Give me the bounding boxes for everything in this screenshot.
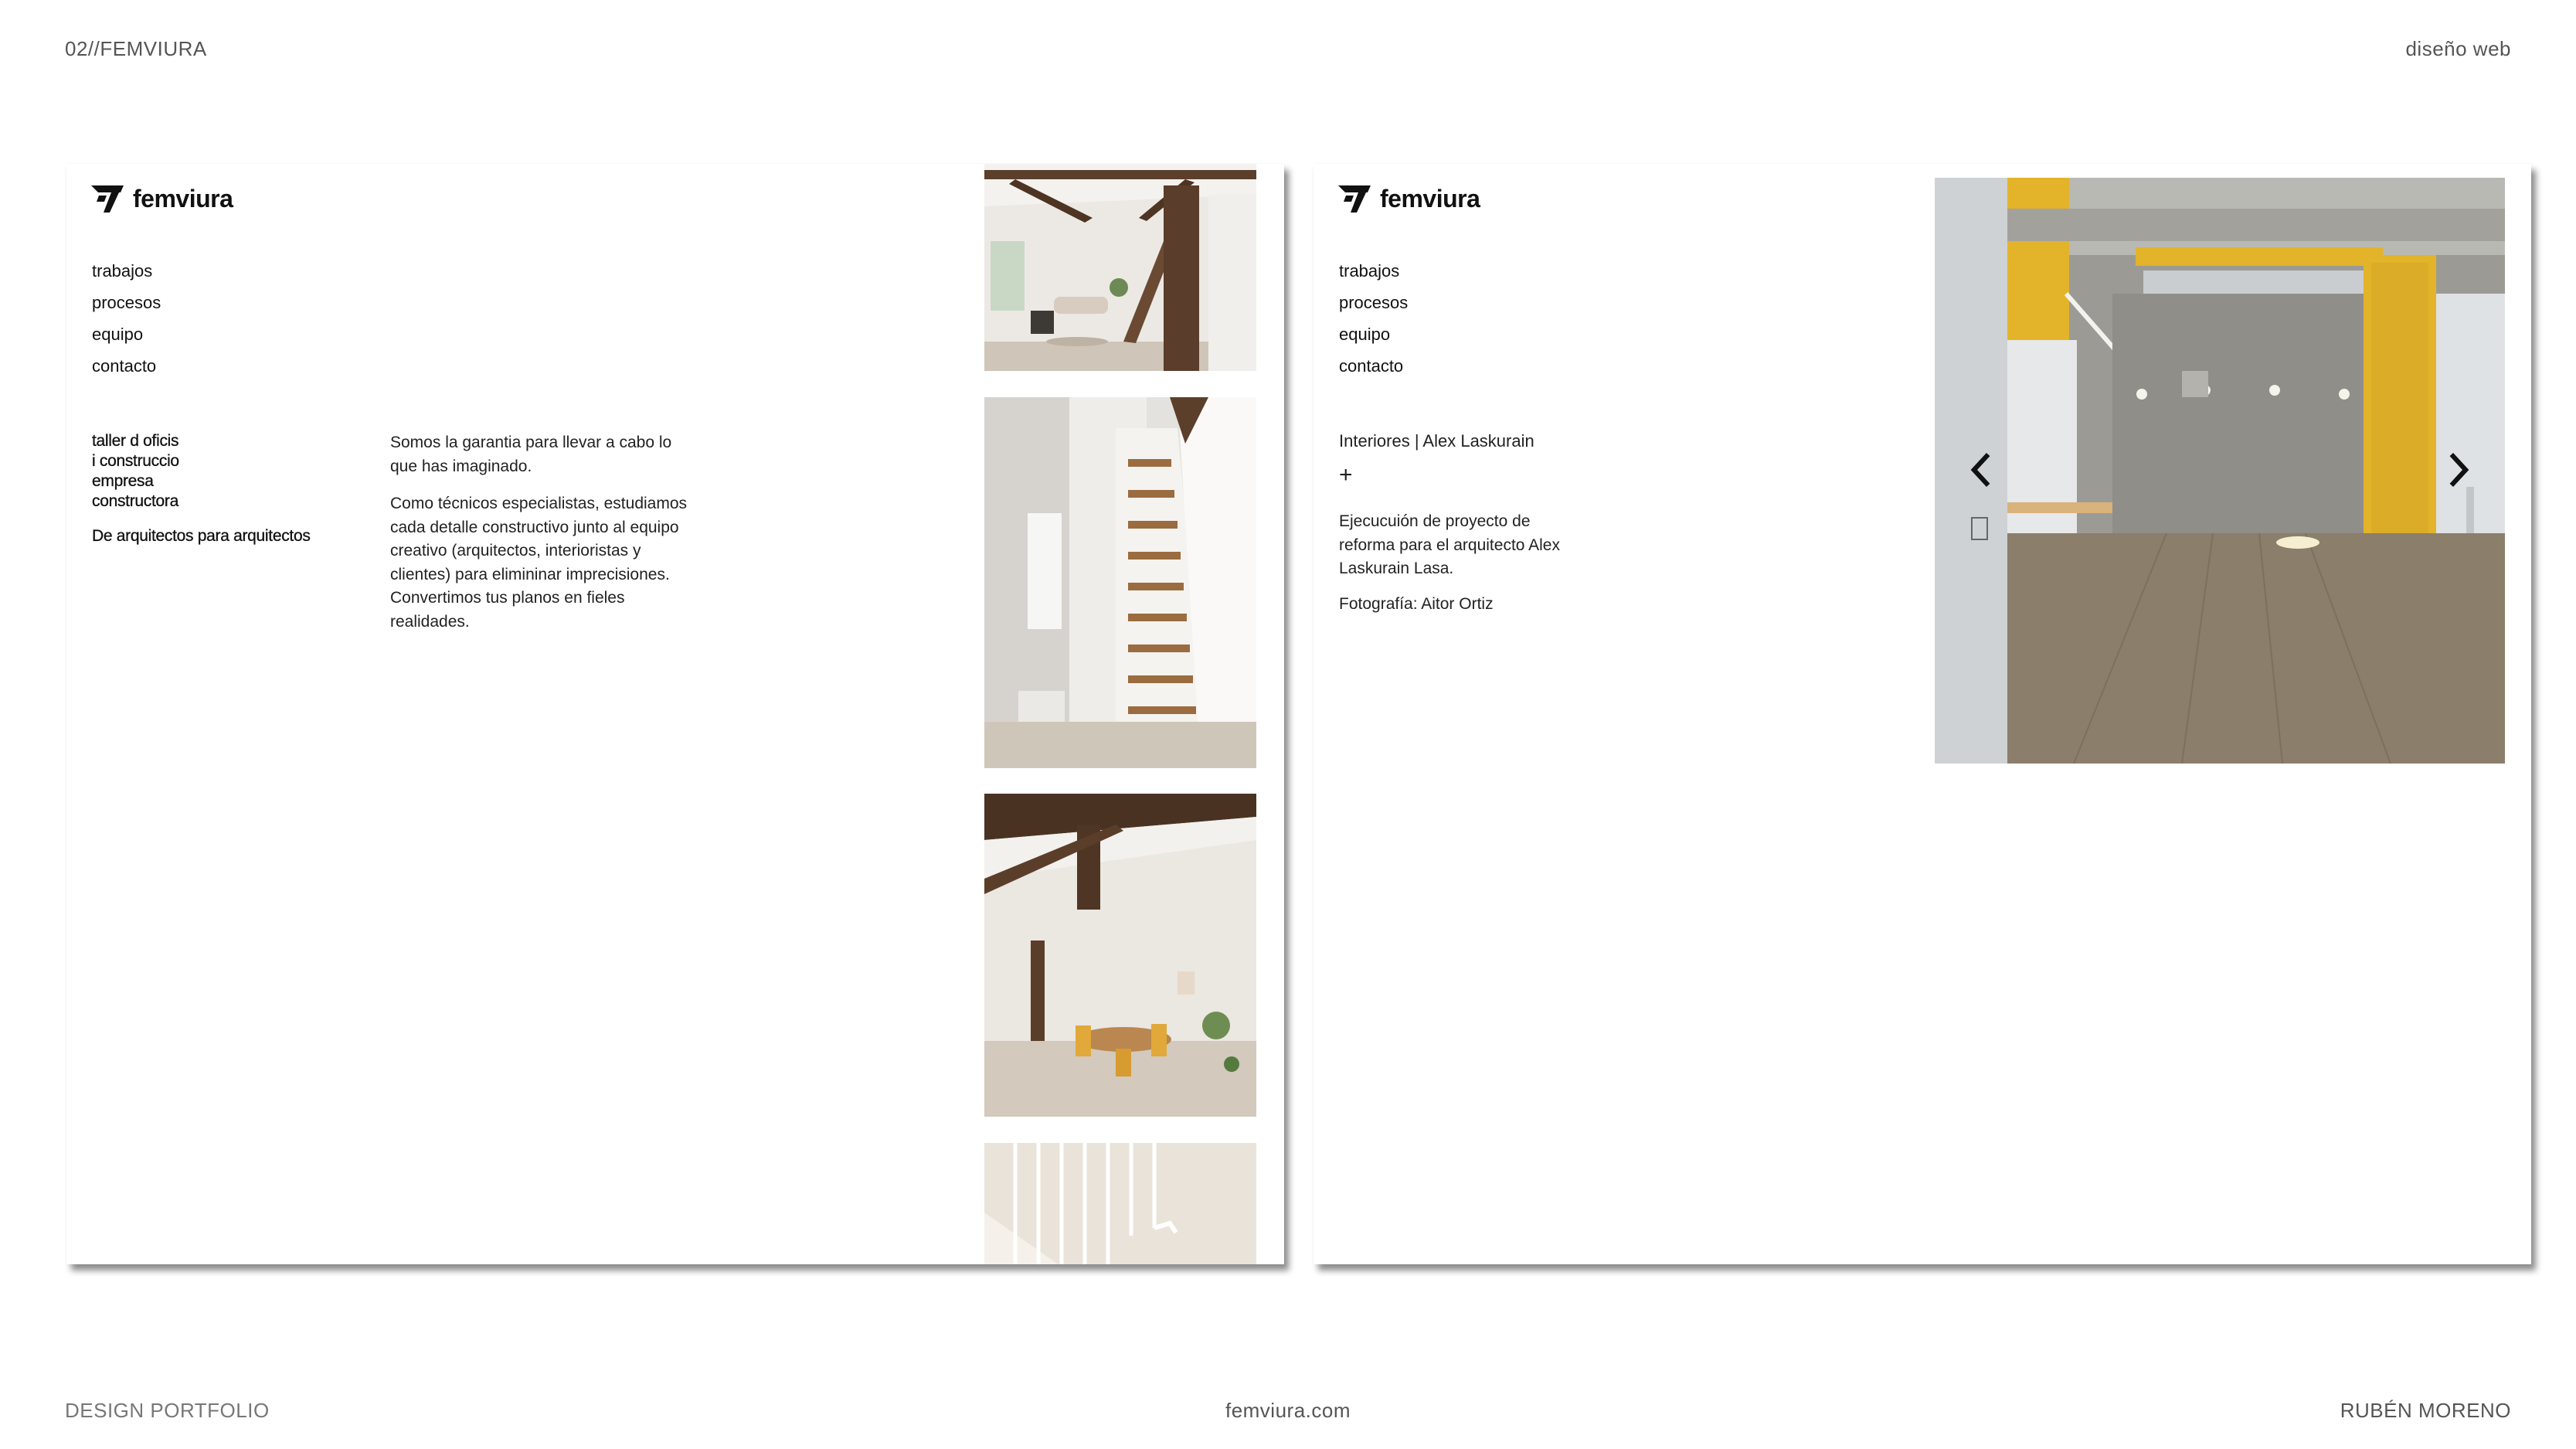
dining-room-photo — [984, 794, 1256, 1117]
gallery-next-button[interactable] — [2445, 452, 2472, 488]
project-page-mockup: femviura trabajos procesos equipo contac… — [1313, 164, 2531, 1264]
footer-right-label: RUBÉN MORENO — [2340, 1399, 2511, 1422]
stair-rail-photo — [984, 1143, 1256, 1264]
nav-item-procesos[interactable]: procesos — [1339, 287, 1408, 318]
living-room-photo — [984, 164, 1256, 371]
main-nav: trabajos procesos equipo contacto — [92, 255, 161, 382]
project-thumbnail[interactable] — [984, 397, 1256, 768]
brand-name: femviura — [1380, 184, 1480, 213]
project-thumbnail[interactable] — [984, 794, 1256, 1117]
project-gallery[interactable] — [1935, 178, 2505, 764]
expand-button[interactable]: + — [1339, 462, 1353, 488]
intro-copy: Somos la garantia para llevar a cabo lo … — [390, 431, 692, 634]
site-logo[interactable]: femviura — [91, 184, 233, 213]
intro-paragraph-text: Convertimos tus planos en fieles realida… — [390, 589, 625, 631]
nav-item-contacto[interactable]: contacto — [1339, 350, 1408, 382]
intro-paragraph: Como técnicos especialistas, estudiamos … — [390, 492, 692, 634]
femviura-logo-icon — [91, 185, 124, 213]
homepage-mockup: femviura trabajos procesos equipo contac… — [66, 164, 1284, 1264]
intro-paragraph: Somos la garantia para llevar a cabo lo … — [390, 434, 672, 475]
nav-item-procesos[interactable]: procesos — [92, 287, 161, 318]
nav-item-trabajos[interactable]: trabajos — [1339, 255, 1408, 287]
project-thumbnail[interactable] — [984, 1143, 1256, 1264]
tag-line: empresa — [92, 472, 154, 490]
photo-credit: Fotografía: Aitor Ortiz — [1339, 595, 1494, 613]
header-right-label: diseño web — [2405, 37, 2511, 60]
tag-line: i construccio — [92, 452, 179, 470]
gallery-prev-button[interactable] — [1967, 452, 1995, 488]
company-tags: taller d oficis i construccio empresa co… — [92, 431, 179, 512]
tagline: De arquitectos para arquitectos — [92, 527, 311, 545]
tag-line: taller d oficis — [92, 432, 179, 450]
site-logo[interactable]: femviura — [1338, 184, 1480, 213]
header-left-label: 02//FEMVIURA — [65, 37, 207, 60]
chevron-left-icon — [1970, 452, 1990, 488]
tag-line: constructora — [92, 492, 179, 510]
femviura-logo-icon — [1338, 185, 1371, 213]
nav-item-equipo[interactable]: equipo — [92, 318, 161, 350]
staircase-photo — [984, 397, 1256, 768]
project-thumbnail[interactable] — [984, 164, 1256, 371]
chevron-right-icon — [2449, 452, 2469, 488]
main-nav: trabajos procesos equipo contacto — [1339, 255, 1408, 382]
nav-item-trabajos[interactable]: trabajos — [92, 255, 161, 287]
project-description: Ejecucuión de proyecto de reforma para e… — [1339, 512, 1560, 577]
nav-item-equipo[interactable]: equipo — [1339, 318, 1408, 350]
project-title: Interiores | Alex Laskurain — [1339, 431, 1534, 451]
footer-center-label: femviura.com — [1225, 1399, 1351, 1422]
interior-photo — [1935, 178, 2505, 764]
intro-paragraph-text: Como técnicos especialistas, estudiamos … — [390, 495, 688, 583]
nav-item-contacto[interactable]: contacto — [92, 350, 161, 382]
brand-name: femviura — [133, 184, 233, 213]
